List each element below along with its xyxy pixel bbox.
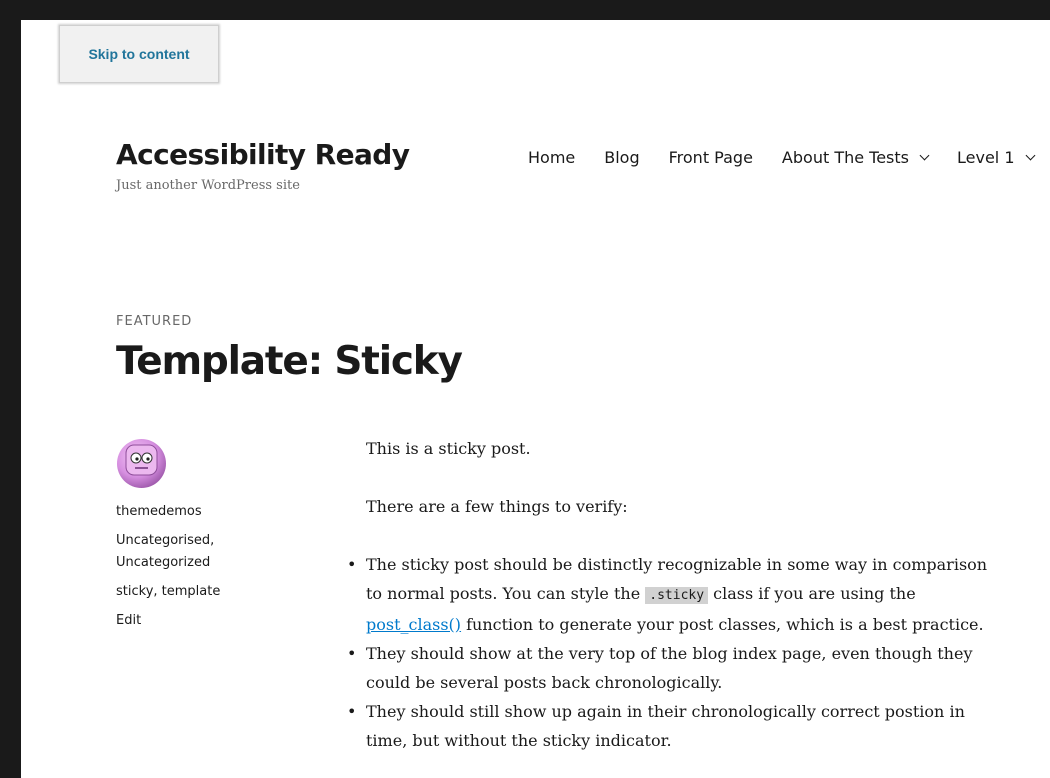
chevron-down-icon[interactable] <box>919 150 930 161</box>
edit-link[interactable]: Edit <box>116 610 316 632</box>
nav-item-label: About The Tests <box>781 148 909 167</box>
nav-item-label: Level 1 <box>957 148 1015 167</box>
chevron-down-icon[interactable] <box>1025 150 1035 161</box>
nav-item-label: Blog <box>604 148 640 167</box>
post-meta: themedemos Uncategorised, Uncategorized … <box>116 438 316 639</box>
author-avatar[interactable] <box>116 438 167 489</box>
bullet-list: The sticky post should be distinctly rec… <box>347 550 996 755</box>
paragraph: There are a few things to verify: <box>366 497 628 516</box>
site-description: Just another WordPress site <box>116 178 300 193</box>
post-content: This is a sticky post. There are a few t… <box>347 434 996 755</box>
post-class-link[interactable]: post_class() <box>366 615 461 634</box>
author-link[interactable]: themedemos <box>116 501 316 523</box>
category-link[interactable]: Uncategorized <box>116 552 316 574</box>
nav-item-label: Front Page <box>668 148 753 167</box>
nav-item-front-page[interactable]: Front Page <box>669 148 753 167</box>
nav-item-label: Home <box>528 148 576 167</box>
nav-item-level-1[interactable]: Level 1 <box>957 148 1035 167</box>
skip-to-content-link[interactable]: Skip to content <box>59 25 219 83</box>
inline-code: .sticky <box>645 587 709 604</box>
list-item: They should still show up again in their… <box>347 697 996 755</box>
post-title[interactable]: Template: Sticky <box>116 338 463 387</box>
categories-list: Uncategorised, Uncategorized <box>116 530 316 574</box>
paragraph: This is a sticky post. <box>366 439 531 458</box>
nav-item-home[interactable]: Home <box>528 148 575 167</box>
browser-viewport: Skip to content Accessibility Ready Just… <box>21 20 1050 778</box>
primary-menu: Home Blog Front Page About The Tests Lev… <box>528 148 1050 167</box>
list-item: The sticky post should be distinctly rec… <box>347 550 996 639</box>
featured-label: FEATURED <box>116 314 193 329</box>
category-link[interactable]: Uncategorised, <box>116 530 316 552</box>
nav-item-about-the-tests[interactable]: About The Tests <box>781 148 930 167</box>
nav-item-blog[interactable]: Blog <box>604 148 639 167</box>
list-item: They should show at the very top of the … <box>347 639 996 697</box>
tags-links[interactable]: sticky, template <box>116 581 316 603</box>
site-title[interactable]: Accessibility Ready <box>116 138 410 172</box>
